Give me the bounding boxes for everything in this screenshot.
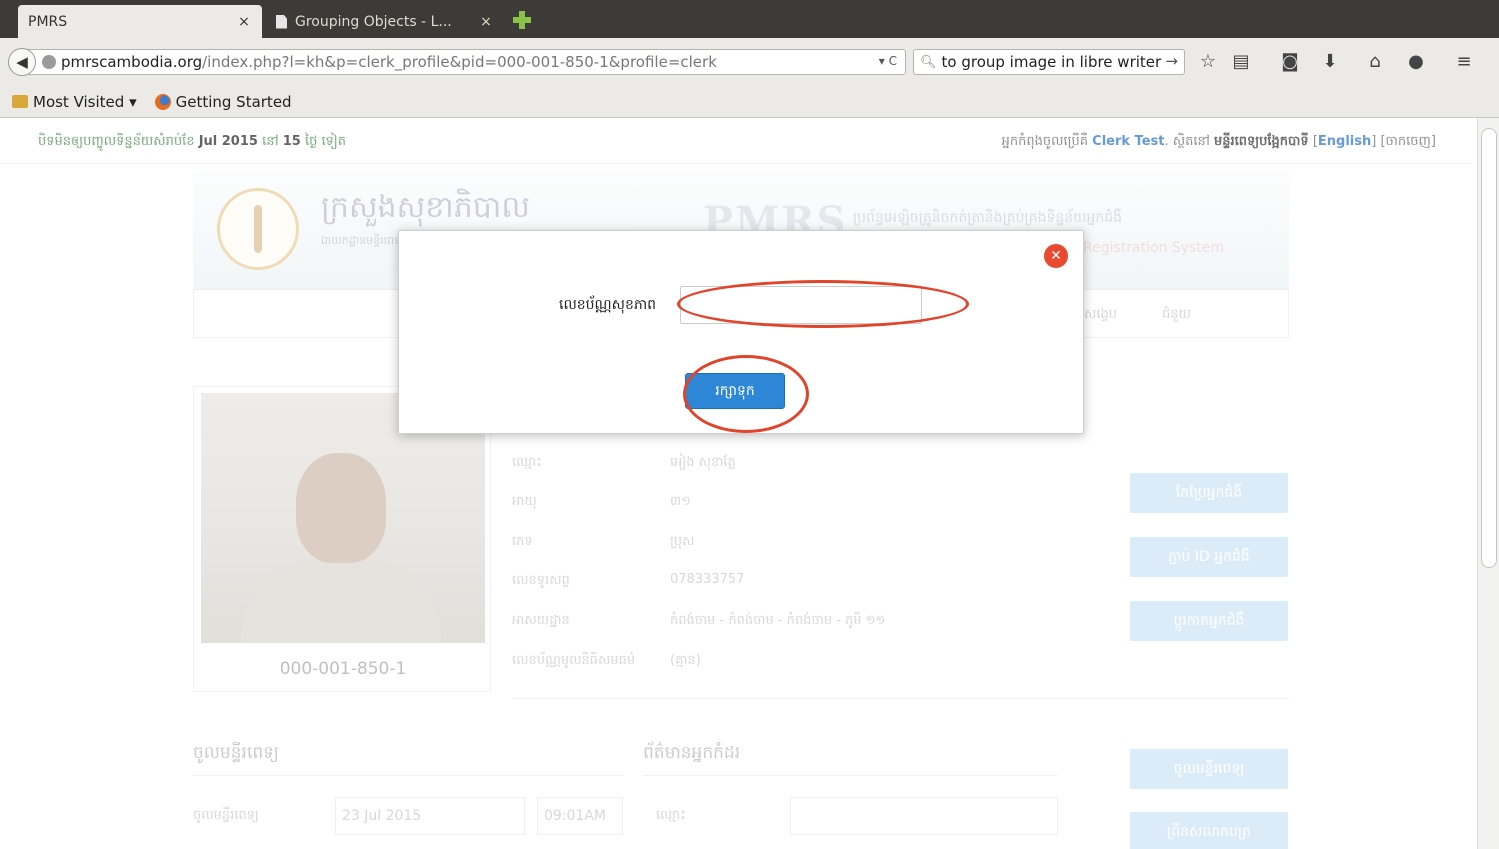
download-icon[interactable]: ⬇ [1318, 50, 1342, 74]
url-domain: pmrscambodia.org [61, 53, 203, 71]
folder-icon [12, 95, 28, 108]
firefox-icon [154, 93, 171, 110]
browser-nav-bar: pmrscambodia.org/index.php?l=kh&p=clerk_… [0, 38, 1499, 86]
save-button[interactable]: រក្សាទុក [685, 373, 785, 409]
tab-grouping-objects[interactable]: Grouping Objects - L... × [266, 5, 504, 38]
scroll-thumb[interactable] [1481, 128, 1497, 568]
close-icon[interactable]: ✕ [1044, 244, 1068, 268]
tab-pmrs[interactable]: PMRS × [18, 5, 262, 38]
document-icon [276, 14, 287, 29]
bookmark-most-visited[interactable]: Most Visited ▾ [12, 93, 137, 111]
search-icon: 🔍︎ [920, 54, 937, 70]
health-card-dialog: ✕ លេខប័ណ្ណសុខភាព រក្សាទុក [398, 230, 1084, 434]
health-card-label: លេខប័ណ្ណសុខភាព [559, 297, 657, 313]
search-go-icon[interactable]: → [1165, 52, 1178, 70]
search-bar[interactable]: 🔍︎ to group image in libre writer → [913, 49, 1185, 75]
chat-icon[interactable]: ● [1404, 50, 1428, 74]
menu-icon[interactable]: ≡ [1452, 50, 1476, 74]
bookmark-label: Most Visited ▾ [33, 92, 137, 111]
tab-title: PMRS [28, 13, 68, 30]
globe-icon [42, 55, 56, 69]
url-bar[interactable]: pmrscambodia.org/index.php?l=kh&p=clerk_… [28, 49, 906, 75]
page-scrollbar[interactable] [1477, 118, 1499, 849]
modal-overlay [0, 118, 1474, 849]
tab-title: Grouping Objects - L... [295, 13, 452, 30]
bookmark-getting-started[interactable]: Getting Started [154, 92, 292, 111]
url-path: /index.php?l=kh&p=clerk_profile&pid=000-… [202, 53, 717, 71]
browser-tab-bar: PMRS × Grouping Objects - L... × [0, 0, 1499, 38]
bookmark-label: Getting Started [175, 92, 292, 111]
tab-close-icon[interactable]: × [236, 14, 252, 30]
bookmarks-toolbar: Most Visited ▾ Getting Started [0, 86, 1499, 118]
back-button[interactable]: ◀ [8, 48, 36, 76]
search-text: to group image in libre writer [941, 53, 1162, 71]
reading-list-icon[interactable]: ▤ [1229, 50, 1253, 74]
pocket-icon[interactable]: ◙ [1278, 50, 1302, 74]
tab-close-icon[interactable]: × [478, 14, 494, 30]
health-card-input[interactable] [680, 286, 922, 324]
new-tab-icon[interactable] [512, 10, 532, 30]
arrow-left-icon: ◀ [16, 53, 28, 71]
home-icon[interactable]: ⌂ [1363, 50, 1387, 74]
web-page: បិទមិនឲ្យបញ្ចូលទិន្នន័យសំរាប់ខែ Jul 2015… [0, 118, 1499, 849]
reload-icon[interactable]: ▾ C [879, 54, 897, 68]
bookmark-star-icon[interactable]: ☆ [1196, 50, 1220, 74]
